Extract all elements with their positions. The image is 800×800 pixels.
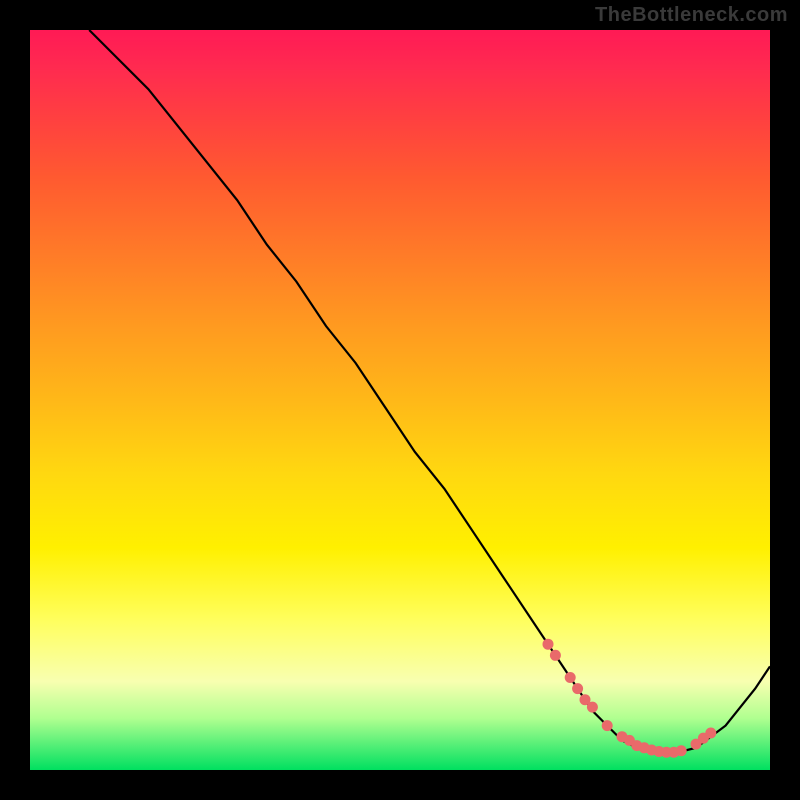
marker-dot [587, 702, 598, 713]
marker-dot [572, 683, 583, 694]
marker-dot [543, 639, 554, 650]
plot-area [30, 30, 770, 770]
marker-dot [705, 728, 716, 739]
chart-container: TheBottleneck.com [0, 0, 800, 800]
main-curve-path [89, 30, 770, 753]
marker-dot [602, 720, 613, 731]
curve-svg [30, 30, 770, 770]
marker-dot [565, 672, 576, 683]
marker-dot [676, 745, 687, 756]
marker-dot [550, 650, 561, 661]
watermark-label: TheBottleneck.com [595, 4, 788, 27]
marker-group [543, 639, 717, 758]
